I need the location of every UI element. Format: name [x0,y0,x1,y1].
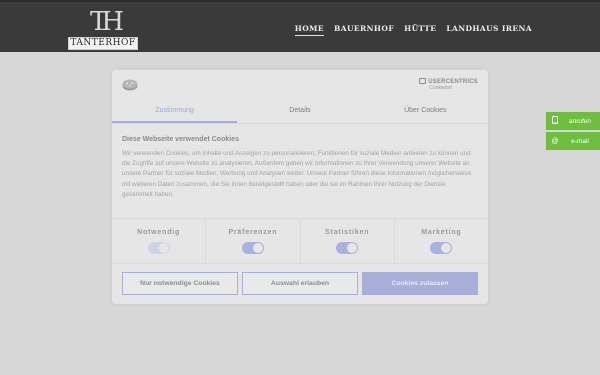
brand-line1: USERCENTRICS [419,78,478,85]
call-button[interactable]: anrufen [546,112,600,130]
toggle-label: Notwendig [137,229,181,236]
consent-actions: Nur notwendige Cookies Auswahl erlauben … [122,272,478,295]
toggle-group-marketing: Marketing [395,219,488,263]
usercentrics-brand[interactable]: USERCENTRICS Cookiebot [419,78,478,91]
logo-monogram: TH [90,7,124,37]
logo-text: TANTERHOF [68,37,138,50]
toggle-label: Präferenzen [228,229,278,236]
email-button-label: e-mail [571,137,589,145]
email-button[interactable]: @ e-mail [546,132,600,150]
brand-line2: Cookiebot [429,85,452,91]
consent-content: Diese Webseite verwendet Cookies Wir ver… [122,136,478,200]
toggle-statistiken[interactable] [336,242,359,254]
allow-all-button[interactable]: Cookies zulassen [362,272,478,295]
logo[interactable]: TH TANTERHOF [68,8,138,50]
tab-ueber-cookies[interactable]: Über Cookies [363,100,488,123]
tab-details[interactable]: Details [237,100,362,123]
tab-zustimmung[interactable]: Zustimmung [112,100,238,123]
toggle-group-statistiken: Statistiken [301,219,395,263]
cookie-consent-dialog: USERCENTRICS Cookiebot Zustimmung Detail… [112,70,488,304]
toggle-group-praeferenzen: Präferenzen [206,219,301,263]
consent-body: Wir verwenden Cookies, um Inhalte und An… [122,150,472,198]
nav-landhaus-irena[interactable]: LANDHAUS IRENA [446,24,532,36]
toggle-praeferenzen[interactable] [241,242,264,254]
allow-selection-button[interactable]: Auswahl erlauben [242,272,358,295]
toggle-group-notwendig: Notwendig [112,219,207,263]
cookie-icon [122,78,138,91]
nav-home[interactable]: HOME [294,24,325,36]
phone-icon [546,116,564,126]
brand-icon [419,78,427,84]
consent-tabs: Zustimmung Details Über Cookies [112,100,488,124]
dialog-header: USERCENTRICS Cookiebot [112,70,488,100]
at-icon: @ [551,137,559,145]
main-nav: HOME BAUERNHOF HÜTTE LANDHAUS IRENA [294,24,532,36]
toggle-label: Statistiken [325,229,370,236]
call-button-label: anrufen [568,117,592,125]
nav-bauernhof[interactable]: BAUERNHOF [334,24,394,36]
toggle-notwendig [147,242,170,254]
site-header: TH TANTERHOF HOME BAUERNHOF HÜTTE LANDHA… [0,0,600,52]
nav-huette[interactable]: HÜTTE [404,24,436,36]
consent-toggles: Notwendig Präferenzen Statistiken Market… [112,218,488,264]
toggle-marketing[interactable] [430,242,453,254]
consent-title: Diese Webseite verwendet Cookies [122,136,239,143]
toggle-label: Marketing [421,229,462,236]
necessary-only-button[interactable]: Nur notwendige Cookies [122,272,238,295]
